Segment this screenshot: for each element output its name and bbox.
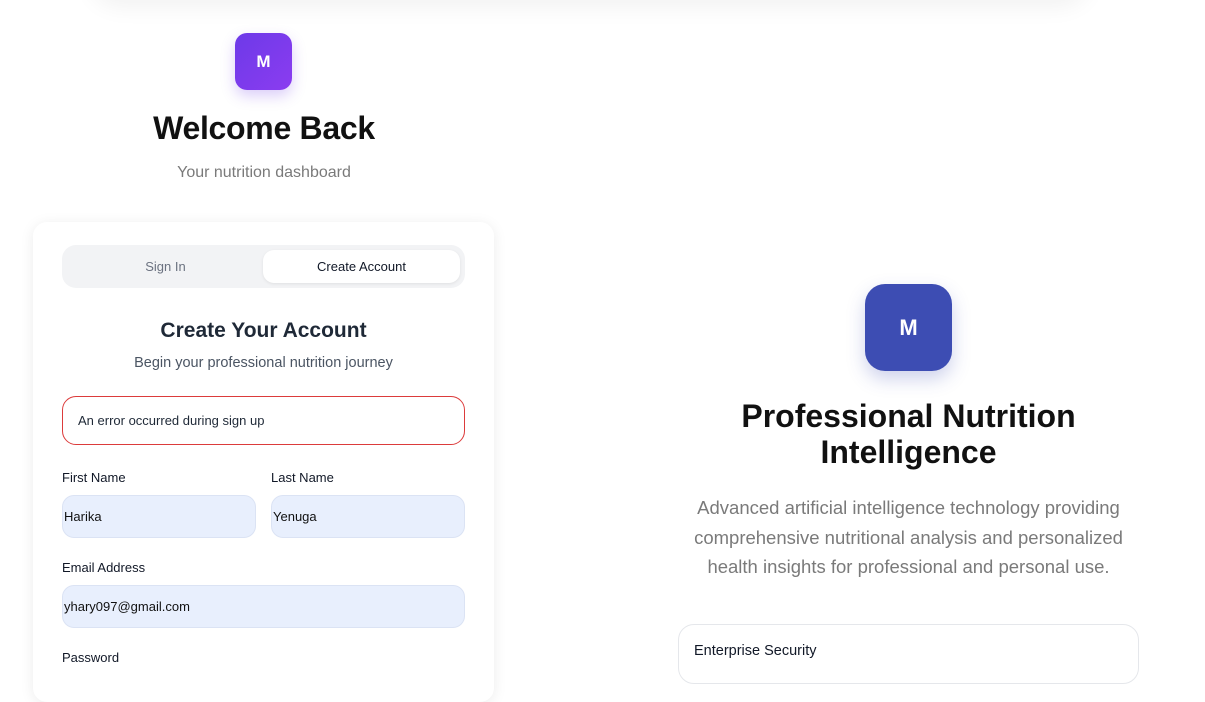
form-subtitle: Begin your professional nutrition journe… [134, 355, 393, 371]
logo-letter: M [256, 51, 271, 71]
feature-card: Enterprise Security [678, 624, 1139, 684]
last-name-value: Yenuga [273, 509, 317, 524]
promo-description: Advanced artificial intelligence technol… [694, 497, 1123, 577]
page-title: Welcome Back [153, 110, 375, 146]
app-logo: M [235, 33, 292, 90]
feature-title: Enterprise Security [694, 643, 817, 659]
auth-panel: M Welcome Back Your nutrition dashboard … [0, 0, 528, 702]
promo-panel: M Professional Nutrition Intelligence Ad… [528, 0, 1205, 684]
first-name-input[interactable]: Harika [62, 495, 256, 538]
email-input[interactable]: yhary097@gmail.com [62, 585, 465, 628]
promo-logo-letter: M [899, 314, 918, 340]
error-alert: An error occurred during sign up [62, 396, 465, 445]
tab-create-account[interactable]: Create Account [263, 250, 460, 283]
form-title: Create Your Account [160, 319, 367, 342]
promo-title-line2: Intelligence [820, 434, 997, 470]
last-name-input[interactable]: Yenuga [271, 495, 465, 538]
error-message: An error occurred during sign up [78, 413, 265, 428]
tab-sign-in[interactable]: Sign In [67, 250, 264, 283]
auth-card: Sign In Create Account Create Your Accou… [33, 222, 494, 702]
promo-title: Professional Nutrition Intelligence [528, 398, 1205, 470]
first-name-value: Harika [64, 509, 102, 524]
email-label: Email Address [62, 560, 146, 575]
first-name-label: First Name [62, 470, 126, 485]
password-label: Password [62, 650, 120, 665]
email-value: yhary097@gmail.com [64, 599, 190, 614]
last-name-label: Last Name [271, 470, 334, 485]
auth-tabs: Sign In Create Account [62, 245, 465, 288]
page-subtitle: Your nutrition dashboard [177, 164, 351, 181]
promo-logo: M [865, 284, 952, 371]
promo-title-line1: Professional Nutrition [741, 398, 1076, 434]
